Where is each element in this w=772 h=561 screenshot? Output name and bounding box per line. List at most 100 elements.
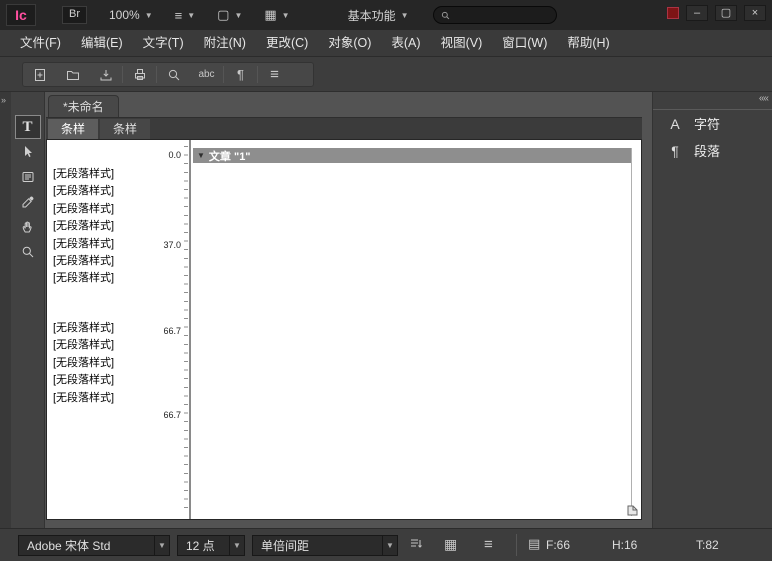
info-grid-icon[interactable]: ▦ (444, 536, 457, 553)
screen-mode-dropdown[interactable]: ▢ ▼ (217, 7, 242, 23)
panel-item[interactable]: ¶ 段落 (653, 137, 772, 164)
arrange-documents-dropdown[interactable]: ▦ ▼ (264, 7, 289, 23)
workspace-label: 基本功能 (348, 7, 396, 24)
chevron-down-icon: ▼ (382, 536, 397, 555)
ruler-mark: 37.0 (163, 240, 181, 250)
dock-items: A 字符 ¶ 段落 (653, 110, 772, 164)
maximize-button[interactable]: ▢ (715, 5, 737, 21)
hand-tool-icon (20, 219, 36, 235)
position-tool-icon (20, 144, 36, 160)
collapse-dock-icon[interactable]: «« (759, 93, 768, 104)
chevron-down-icon: ▼ (229, 536, 244, 555)
ruler-mark: 66.7 (163, 326, 181, 336)
search-icon (440, 10, 451, 21)
paragraph-style-label: [无段落样式] (53, 320, 149, 337)
ruler-ticks (184, 146, 188, 513)
type-tool-icon: T (22, 119, 32, 136)
chevron-down-icon: ▼ (187, 11, 195, 20)
paragraph-style-label: [无段落样式] (53, 372, 149, 389)
paragraph-style-label: [无段落样式] (53, 337, 149, 354)
zoom-value: 100% (109, 8, 140, 22)
dock-header: «« (653, 92, 772, 110)
zoom-tool[interactable] (15, 240, 41, 264)
find-button[interactable] (157, 63, 190, 86)
paragraph-style-label: [无段落样式] (53, 183, 149, 200)
hand-tool[interactable] (15, 215, 41, 239)
line-spacing-value: 单倍间距 (253, 537, 382, 554)
view-options-dropdown[interactable]: ≡ ▼ (175, 8, 196, 23)
save-button[interactable] (89, 63, 122, 86)
menu-item[interactable]: 视图(V) (431, 30, 493, 57)
incopy-window: Ic Br 100% ▼ ≡ ▼ ▢ ▼ ▦ ▼ 基本功能 ▼ (0, 0, 772, 561)
bridge-button[interactable]: Br (62, 6, 87, 24)
search-box[interactable] (433, 6, 557, 24)
story-title: 文章 "1" (209, 148, 251, 164)
note-tool-icon (20, 169, 36, 185)
note-tool[interactable] (15, 165, 41, 189)
chevron-down-icon: ▼ (154, 536, 169, 555)
statusbar-separator (516, 534, 517, 556)
menu-item[interactable]: 窗口(W) (492, 30, 557, 57)
spellcheck-button[interactable]: abc (190, 63, 223, 86)
text-stats-icon: ▤ (528, 536, 540, 552)
show-hidden-characters-button[interactable]: ¶ (224, 63, 257, 86)
page-curl-icon[interactable] (626, 504, 639, 517)
paragraph-style-column: [无段落样式][无段落样式][无段落样式][无段落样式][无段落样式] (53, 320, 149, 407)
panel-item[interactable]: A 字符 (653, 110, 772, 137)
leading-icon[interactable] (408, 536, 424, 552)
panel-item-label: 字符 (694, 114, 720, 133)
workspace-switcher[interactable]: 基本功能 ▼ (348, 7, 409, 24)
screen-mode-icon: ▢ (217, 7, 229, 23)
search-input[interactable] (456, 9, 544, 21)
panel-dock: «« A 字符 ¶ 段落 (652, 92, 772, 528)
toolbar-menu-button[interactable]: ≡ (258, 63, 291, 86)
menu-item[interactable]: 更改(C) (256, 30, 318, 57)
menu-item[interactable]: 帮助(H) (557, 30, 619, 57)
paragraph-style-label: [无段落样式] (53, 166, 149, 183)
zoom-tool-icon (20, 244, 36, 260)
eyedropper-tool[interactable] (15, 190, 41, 214)
font-family-dropdown[interactable]: Adobe 宋体 Std ▼ (18, 535, 170, 556)
panel-item-label: 段落 (694, 141, 720, 160)
line-spacing-dropdown[interactable]: 单倍间距 ▼ (252, 535, 398, 556)
chevron-down-icon: ▼ (234, 11, 242, 20)
paragraph-style-label: [无段落样式] (53, 236, 149, 253)
new-document-button[interactable] (23, 63, 56, 86)
menu-item[interactable]: 表(A) (381, 30, 430, 57)
document-tab[interactable]: *未命名 (48, 95, 119, 117)
arrange-documents-icon: ▦ (264, 7, 276, 23)
view-tabs-strip: 条样条样 (46, 117, 642, 139)
statusbar-menu-icon[interactable]: ≡ (484, 536, 493, 553)
close-button[interactable]: × (744, 5, 766, 21)
left-dock-rail: » (0, 92, 11, 528)
view-tab-galley[interactable]: 条样 (48, 119, 98, 140)
story-header: ▼ 文章 "1" (193, 148, 631, 163)
counter-value: T:82 (696, 538, 719, 552)
view-options-icon: ≡ (175, 8, 183, 23)
type-tool[interactable]: T (15, 115, 41, 139)
paragraph-style-column: [无段落样式][无段落样式][无段落样式][无段落样式][无段落样式][无段落样… (53, 166, 149, 288)
menubar: 文件(F)编辑(E)文字(T)附注(N)更改(C)对象(O)表(A)视图(V)窗… (0, 30, 772, 57)
font-size-dropdown[interactable]: 12 点 ▼ (177, 535, 245, 556)
menu-item[interactable]: 编辑(E) (71, 30, 133, 57)
print-button[interactable] (123, 63, 156, 86)
view-tab-story[interactable]: 条样 (100, 119, 150, 140)
story-area[interactable]: ▼ 文章 "1" (193, 148, 632, 516)
titlebar: Ic Br 100% ▼ ≡ ▼ ▢ ▼ ▦ ▼ 基本功能 ▼ (0, 0, 772, 30)
minimize-button[interactable]: – (686, 5, 708, 21)
menu-item[interactable]: 附注(N) (194, 30, 256, 57)
zoom-dropdown[interactable]: 100% ▼ (109, 8, 153, 22)
menu-item[interactable]: 文字(T) (133, 30, 194, 57)
position-tool[interactable] (15, 140, 41, 164)
open-folder-button[interactable] (56, 63, 89, 86)
paragraph-style-label: [无段落样式] (53, 218, 149, 235)
paragraph-style-label: [无段落样式] (53, 201, 149, 218)
chevron-down-icon: ▼ (145, 11, 153, 20)
paragraph-style-label: [无段落样式] (53, 270, 149, 287)
menu-item[interactable]: 对象(O) (318, 30, 381, 57)
collapse-triangle-icon[interactable]: ▼ (197, 151, 205, 160)
expand-panel-icon[interactable]: » (1, 95, 6, 105)
galley-splitter[interactable] (189, 140, 191, 519)
depth-ruler: 0.037.066.766.7 (147, 140, 181, 519)
menu-item[interactable]: 文件(F) (10, 30, 71, 57)
